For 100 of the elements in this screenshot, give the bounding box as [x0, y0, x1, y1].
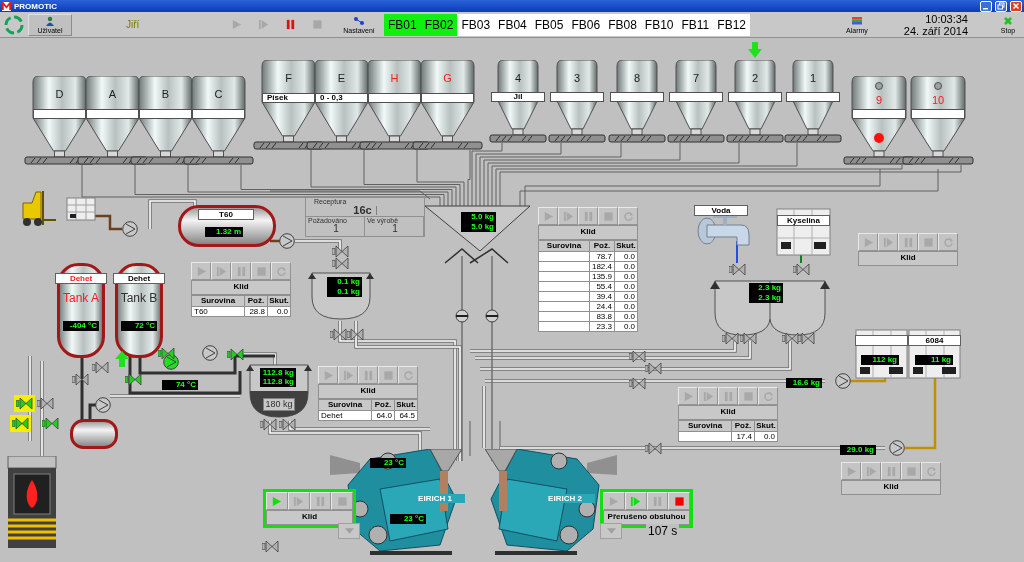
column-header: Surovina — [538, 240, 590, 252]
stop-icon — [742, 390, 754, 402]
pause-button[interactable] — [898, 233, 918, 251]
stop-button[interactable] — [918, 233, 938, 251]
clock-date: 24. září 2014 — [903, 24, 968, 37]
pause-button[interactable] — [309, 492, 332, 510]
maximize-button[interactable] — [995, 0, 1007, 12]
name-plate — [368, 93, 421, 103]
play-icon — [195, 265, 207, 277]
restore-icon — [997, 2, 1005, 10]
dropdown-button[interactable] — [338, 523, 360, 539]
table-cell: 55.4 — [589, 281, 615, 292]
step-button[interactable] — [861, 462, 881, 480]
step-button[interactable] — [624, 492, 647, 510]
play-button[interactable] — [318, 366, 338, 384]
tab[interactable]: FB02 — [420, 13, 458, 36]
pause-icon — [651, 495, 663, 507]
stop-button[interactable] — [738, 387, 758, 405]
silo-label: 3 — [572, 72, 582, 84]
name-plate — [86, 109, 139, 119]
play-button[interactable] — [191, 262, 211, 280]
pause-button[interactable] — [358, 366, 378, 384]
readout-display: 29.0 kg — [840, 445, 876, 455]
table-cell: 0.0 — [614, 251, 638, 262]
pause-button[interactable] — [718, 387, 738, 405]
refresh-icon — [402, 369, 414, 381]
pause-button[interactable] — [231, 262, 251, 280]
reset-button[interactable] — [618, 207, 638, 225]
play-icon — [845, 465, 857, 477]
reset-button[interactable] — [398, 366, 418, 384]
caret-icon — [344, 528, 354, 534]
column-header: Surovina — [678, 420, 732, 432]
stop-button[interactable] — [251, 262, 271, 280]
readout-display: 72 °C — [121, 321, 157, 331]
close-button[interactable] — [1010, 0, 1022, 12]
name-plate — [855, 335, 908, 346]
column-header: Surovina — [191, 295, 245, 307]
silo-label: 10 — [930, 94, 946, 106]
pause-button[interactable] — [578, 207, 598, 225]
step-button[interactable] — [287, 492, 310, 510]
name-plate: 0 - 0,3 — [315, 93, 368, 103]
step-button[interactable] — [211, 262, 231, 280]
pause-button[interactable] — [881, 462, 901, 480]
name-plate — [421, 93, 474, 103]
stop-button[interactable] — [331, 492, 353, 510]
reset-button[interactable] — [271, 262, 291, 280]
step-button[interactable] — [698, 387, 718, 405]
name-plate: Voda — [694, 205, 748, 216]
user-name: Jiří — [126, 19, 141, 30]
step-button[interactable] — [878, 233, 898, 251]
pause-icon — [722, 390, 734, 402]
name-plate — [610, 92, 664, 102]
play-icon — [542, 210, 554, 222]
readout-display: 0.1 kg — [327, 277, 362, 287]
stop-button[interactable] — [668, 492, 690, 510]
play-icon — [271, 495, 283, 507]
reset-button[interactable] — [758, 387, 778, 405]
play-button[interactable] — [858, 233, 878, 251]
pause-icon — [235, 265, 247, 277]
play-button[interactable] — [841, 462, 861, 480]
status-field: Klid — [538, 225, 638, 240]
pause-icon — [885, 465, 897, 477]
stop-button[interactable] — [378, 366, 398, 384]
stacked-books-icon — [851, 15, 863, 26]
table-cell — [538, 311, 590, 322]
stop-button[interactable] — [598, 207, 618, 225]
status-field: Klid — [191, 280, 291, 295]
app-logo-icon — [2, 1, 11, 11]
minimize-button[interactable] — [980, 0, 992, 12]
reset-button[interactable] — [938, 233, 958, 251]
tab[interactable]: FB01 — [384, 13, 421, 36]
refresh-icon — [925, 465, 937, 477]
play-button[interactable] — [603, 492, 625, 510]
step-button[interactable] — [338, 366, 358, 384]
table-cell — [538, 251, 590, 262]
dropdown-button[interactable] — [600, 523, 622, 539]
name-plate — [192, 109, 245, 119]
play-icon — [231, 19, 242, 30]
play-button[interactable] — [678, 387, 698, 405]
readout-display: 112 kg — [861, 355, 899, 365]
play-icon — [322, 369, 334, 381]
table-cell — [538, 271, 590, 282]
step-button[interactable] — [558, 207, 578, 225]
pause-button[interactable] — [646, 492, 669, 510]
table-cell: 64.5 — [394, 410, 418, 421]
nodes-icon — [353, 15, 365, 26]
reset-button[interactable] — [921, 462, 941, 480]
table-cell: 0.0 — [614, 321, 638, 332]
pause-icon — [582, 210, 594, 222]
play-button[interactable] — [266, 492, 288, 510]
readout-display: 23 °C — [390, 514, 426, 524]
silo-label: 7 — [691, 72, 701, 84]
step-icon — [630, 495, 642, 507]
name-plate — [911, 109, 965, 119]
play-button[interactable] — [538, 207, 558, 225]
refresh-icon — [942, 236, 954, 248]
recipe-name: 16c — [353, 205, 372, 216]
stop-button[interactable] — [901, 462, 921, 480]
required-value: 1 — [333, 224, 339, 234]
table-cell: 0.0 — [754, 431, 778, 442]
